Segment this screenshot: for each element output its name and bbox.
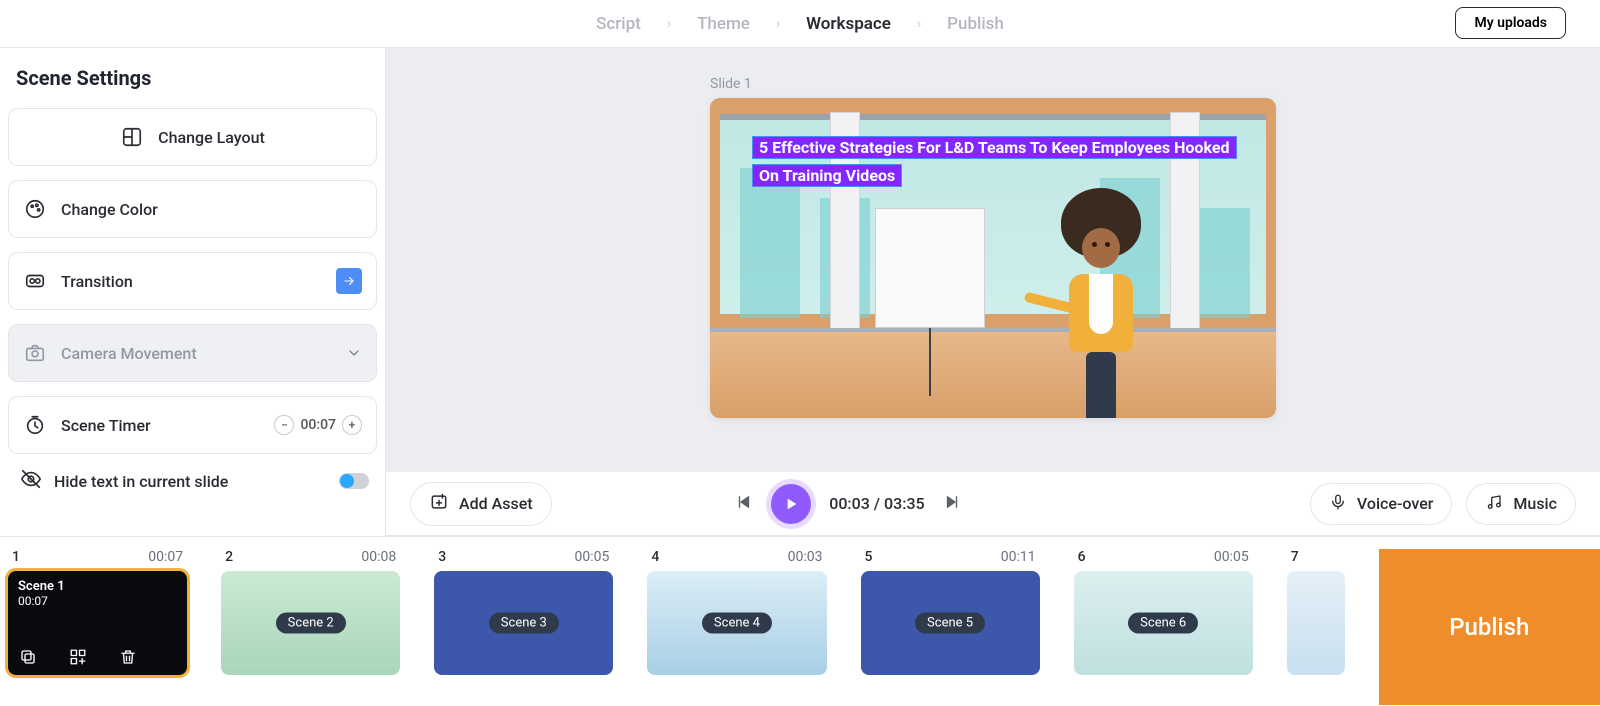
transition-icon — [23, 269, 47, 293]
duplicate-scene-button[interactable] — [18, 647, 38, 667]
timeline-scene-title: Scene 1 — [18, 579, 177, 594]
skip-forward-button[interactable] — [943, 493, 961, 515]
slide-canvas[interactable]: 5 Effective Strategies For L&D Teams To … — [710, 98, 1276, 418]
scene-settings-panel: Scene Settings Change Layout Change Colo… — [0, 48, 386, 536]
add-scene-button[interactable] — [68, 647, 88, 667]
chevron-right-icon: › — [776, 16, 780, 32]
playback-time: 00:03 / 03:35 — [829, 494, 924, 513]
camera-movement-button: Camera Movement — [8, 324, 377, 382]
timeline-scene-4[interactable]: 400:03 Scene 4 — [647, 549, 826, 706]
music-icon — [1485, 493, 1503, 515]
delete-scene-button[interactable] — [118, 647, 138, 667]
transition-label: Transition — [61, 272, 133, 291]
microphone-icon — [1329, 493, 1347, 515]
change-color-button[interactable]: Change Color — [8, 180, 377, 238]
scene-timer-label: Scene Timer — [61, 416, 151, 435]
voice-over-label: Voice-over — [1357, 494, 1434, 513]
timeline-scene-2[interactable]: 200:08 Scene 2 — [221, 549, 400, 706]
breadcrumb-step-publish[interactable]: Publish — [947, 14, 1004, 34]
slide-label: Slide 1 — [710, 76, 1276, 92]
timeline: 100:07 Scene 1 00:07 200:08 Scene 2 300:… — [0, 536, 1600, 706]
timeline-scene-3[interactable]: 300:05 Scene 3 — [434, 549, 613, 706]
timer-increase-button[interactable]: + — [342, 415, 362, 435]
change-color-label: Change Color — [61, 200, 158, 219]
slide-headline[interactable]: 5 Effective Strategies For L&D Teams To … — [752, 134, 1232, 190]
playbar: Add Asset 00:03 / 03:35 — [386, 472, 1600, 536]
palette-icon — [23, 197, 47, 221]
timeline-scene-subtime: 00:07 — [18, 594, 177, 608]
chevron-right-icon: › — [667, 16, 671, 32]
timeline-scene-5[interactable]: 500:11 Scene 5 — [861, 549, 1040, 706]
scene-settings-title: Scene Settings — [8, 66, 377, 90]
camera-movement-label: Camera Movement — [61, 344, 197, 363]
play-button[interactable] — [771, 484, 811, 524]
hide-text-toggle[interactable] — [339, 473, 369, 489]
scene-timer-value: 00:07 — [300, 417, 336, 433]
camera-icon — [23, 341, 47, 365]
workspace: Slide 1 5 Effective Strategies For L&D T… — [386, 48, 1600, 536]
top-bar: Script › Theme › Workspace › Publish My … — [0, 0, 1600, 48]
timer-decrease-button[interactable]: − — [274, 415, 294, 435]
change-layout-label: Change Layout — [158, 128, 265, 147]
slide-headline-text: 5 Effective Strategies For L&D Teams To … — [752, 136, 1237, 187]
chevron-down-icon — [346, 345, 362, 361]
add-asset-button[interactable]: Add Asset — [410, 482, 552, 526]
my-uploads-button[interactable]: My uploads — [1455, 7, 1566, 39]
breadcrumb: Script › Theme › Workspace › Publish — [596, 14, 1004, 34]
skip-back-button[interactable] — [735, 493, 753, 515]
scene-timer-row[interactable]: Scene Timer − 00:07 + — [8, 396, 377, 454]
breadcrumb-step-theme[interactable]: Theme — [697, 14, 750, 34]
music-label: Music — [1513, 494, 1557, 513]
slide-character — [1046, 188, 1156, 418]
breadcrumb-step-workspace[interactable]: Workspace — [806, 14, 891, 34]
voice-over-button[interactable]: Voice-over — [1310, 483, 1453, 525]
eye-off-icon — [20, 468, 42, 494]
layout-icon — [120, 125, 144, 149]
timeline-scene-1[interactable]: 100:07 Scene 1 00:07 — [8, 549, 187, 706]
timeline-scene-7[interactable]: 7 — [1287, 549, 1345, 706]
add-asset-label: Add Asset — [459, 494, 533, 513]
breadcrumb-step-script[interactable]: Script — [596, 14, 641, 34]
transition-button[interactable]: Transition — [8, 252, 377, 310]
publish-button[interactable]: Publish — [1379, 549, 1600, 705]
music-button[interactable]: Music — [1466, 483, 1576, 525]
slide-easel — [870, 208, 990, 398]
add-asset-icon — [429, 492, 449, 516]
timer-icon — [23, 413, 47, 437]
chevron-right-icon: › — [917, 16, 921, 32]
change-layout-button[interactable]: Change Layout — [8, 108, 377, 166]
hide-text-row: Hide text in current slide — [8, 468, 377, 494]
transition-arrow-icon — [336, 268, 362, 294]
timeline-scene-6[interactable]: 600:05 Scene 6 — [1074, 549, 1253, 706]
hide-text-label: Hide text in current slide — [54, 472, 228, 491]
